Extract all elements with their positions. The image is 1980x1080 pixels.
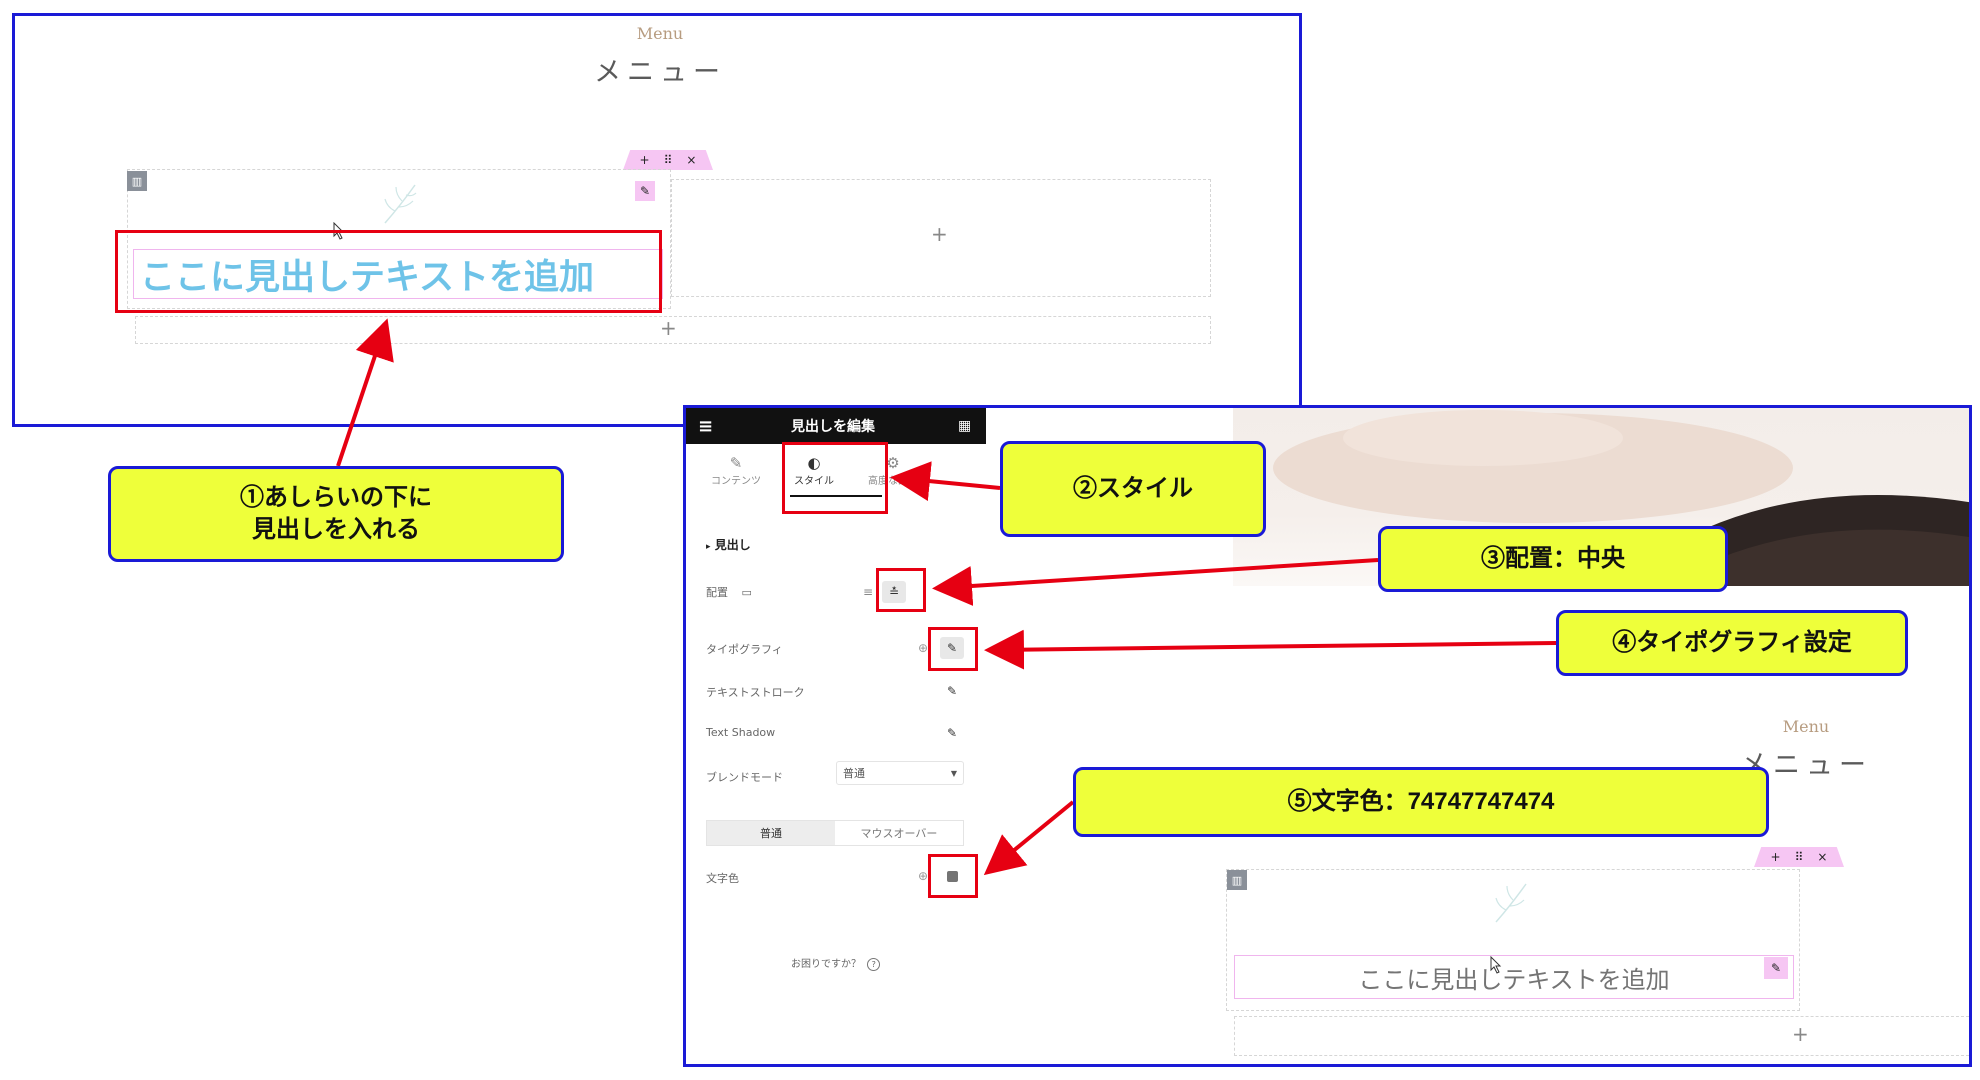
arrow-4 bbox=[984, 629, 1557, 670]
callout-5: ⑤文字色：74747747474 bbox=[1073, 767, 1769, 837]
arrow-1 bbox=[336, 318, 394, 467]
callout-2: ②スタイル bbox=[1000, 441, 1266, 537]
arrow-5 bbox=[983, 800, 1075, 876]
arrow-3 bbox=[932, 558, 1379, 606]
callout-3: ③配置：中央 bbox=[1378, 526, 1728, 592]
arrow-2 bbox=[890, 461, 1001, 502]
callout-1: ①あしらいの下に 見出しを入れる bbox=[108, 466, 564, 562]
callout-4: ④タイポグラフィ設定 bbox=[1556, 610, 1908, 676]
